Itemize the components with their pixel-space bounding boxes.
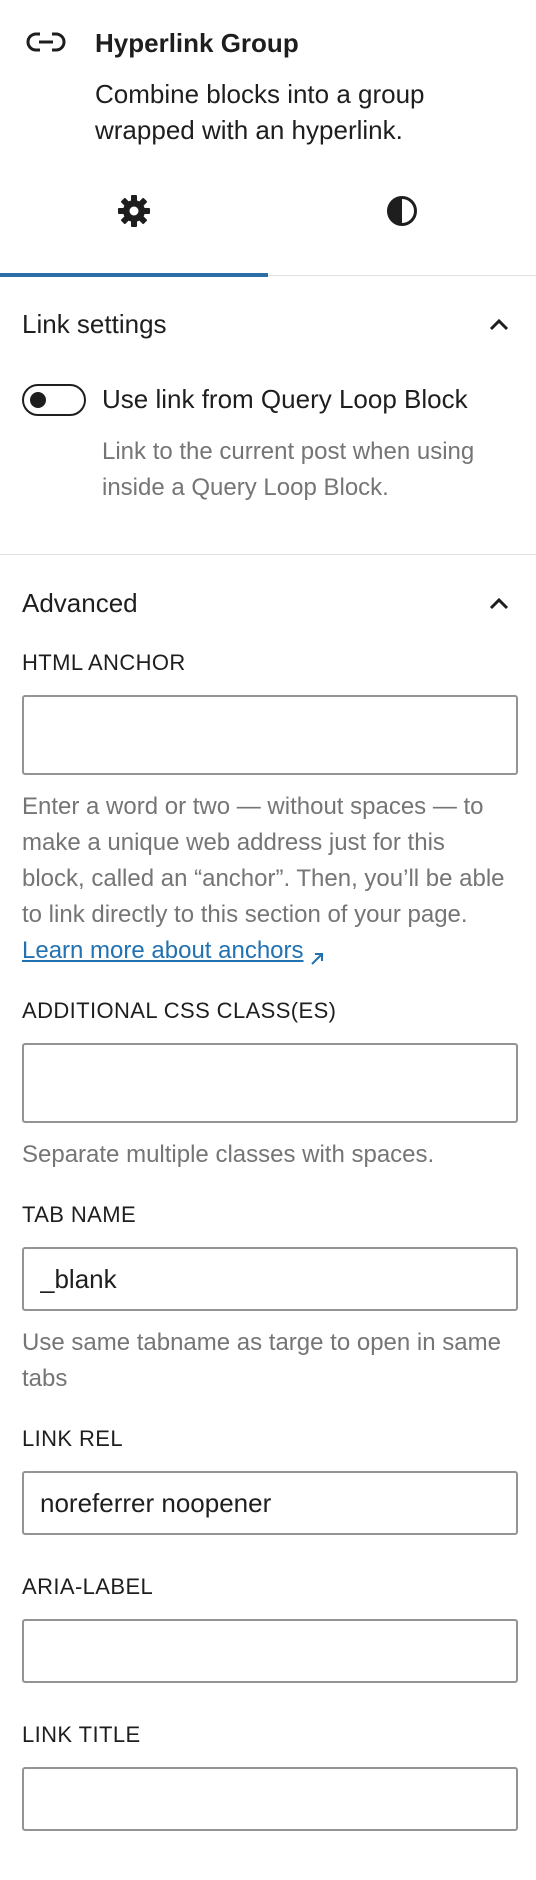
- link-icon: [26, 26, 66, 58]
- field-label: TAB NAME: [22, 1202, 137, 1227]
- external-link-icon: [308, 943, 326, 965]
- tab-settings[interactable]: [0, 150, 268, 277]
- tab-name-input[interactable]: [22, 1247, 518, 1311]
- field-label: ARIA-LABEL: [22, 1574, 154, 1599]
- panel-title: Advanced: [22, 588, 138, 618]
- field-help: Separate multiple classes with spaces.: [22, 1141, 435, 1168]
- learn-more-anchors-link[interactable]: Learn more about anchors: [22, 937, 304, 964]
- query-loop-toggle[interactable]: [22, 384, 86, 416]
- tab-styles[interactable]: [268, 150, 536, 276]
- toggle-label: Use link from Query Loop Block: [102, 384, 468, 414]
- block-card: Hyperlink Group Combine blocks into a gr…: [0, 0, 536, 150]
- inspector-tabs: [0, 150, 536, 277]
- field-help: Use same tabname as targe to open in sam…: [22, 1329, 501, 1392]
- toggle-knob: [30, 392, 46, 408]
- css-classes-input[interactable]: [22, 1043, 518, 1123]
- advanced-panel: Advanced HTML ANCHOR Enter a word or two…: [0, 555, 536, 1831]
- css-classes-field: ADDITIONAL CSS CLASS(ES) Separate multip…: [0, 997, 536, 1173]
- panel-title: Link settings: [22, 309, 167, 339]
- link-rel-input[interactable]: [22, 1471, 518, 1535]
- gear-icon: [117, 194, 151, 233]
- html-anchor-field: HTML ANCHOR Enter a word or two — withou…: [0, 649, 536, 969]
- link-settings-header[interactable]: Link settings: [0, 276, 536, 372]
- aria-label-input[interactable]: [22, 1619, 518, 1683]
- aria-label-field: ARIA-LABEL: [0, 1573, 536, 1683]
- link-title-input[interactable]: [22, 1767, 518, 1831]
- block-description: Combine blocks into a group wrapped with…: [95, 79, 425, 145]
- link-settings-panel: Link settings Use link from Query Loop B…: [0, 276, 536, 554]
- html-anchor-input[interactable]: [22, 695, 518, 775]
- field-label: LINK REL: [22, 1426, 124, 1451]
- link-rel-field: LINK REL: [0, 1425, 536, 1535]
- toggle-help: Link to the current post when using insi…: [102, 438, 475, 501]
- field-help: Enter a word or two — without spaces — t…: [22, 789, 514, 969]
- chevron-up-icon: [488, 316, 510, 332]
- query-loop-toggle-row: Use link from Query Loop Block Link to t…: [0, 372, 536, 501]
- field-label: LINK TITLE: [22, 1722, 141, 1747]
- advanced-header[interactable]: Advanced: [0, 555, 536, 651]
- field-label: HTML ANCHOR: [22, 650, 186, 675]
- tab-name-field: TAB NAME Use same tabname as targe to op…: [0, 1201, 536, 1397]
- field-label: ADDITIONAL CSS CLASS(ES): [22, 998, 337, 1023]
- help-text: Enter a word or two — without spaces — t…: [22, 793, 505, 928]
- half-circle-icon: [385, 194, 419, 233]
- link-title-field: LINK TITLE: [0, 1721, 536, 1831]
- chevron-up-icon: [488, 595, 510, 611]
- link-text: Learn more about anchors: [22, 937, 304, 964]
- block-title: Hyperlink Group: [95, 28, 299, 58]
